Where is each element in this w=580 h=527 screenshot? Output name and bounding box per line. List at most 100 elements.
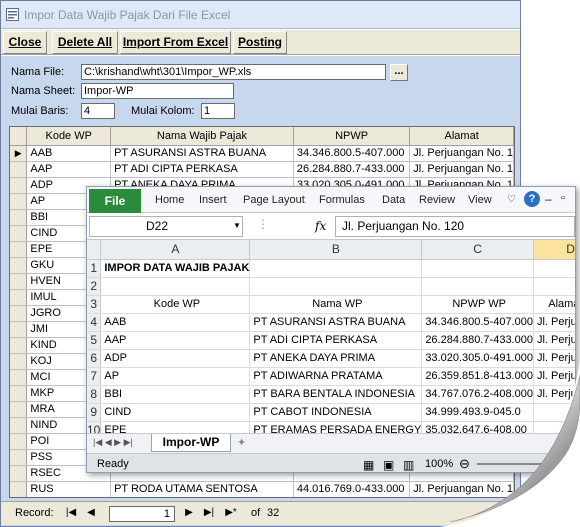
cell-c[interactable]: NPWP WP	[421, 295, 534, 314]
cell-a[interactable]: IMPOR DATA WAJIB PAJAK	[100, 259, 251, 278]
zoom-level[interactable]: 100%	[425, 458, 453, 470]
import-from-excel-button[interactable]: Import From Excel	[120, 31, 231, 54]
record-selector[interactable]	[10, 481, 28, 497]
cell-kode-wp[interactable]: AAP	[26, 161, 112, 178]
cell-d[interactable]: Jl. Perjuangan	[533, 349, 575, 368]
cell-npwp[interactable]: 44.016.769.0-433.000	[293, 481, 411, 497]
heart-icon[interactable]: ♡	[507, 194, 516, 205]
record-selector[interactable]	[10, 241, 28, 258]
tab-review[interactable]: Review	[419, 194, 455, 206]
cell-c[interactable]: 34.999.493.9-045.0	[421, 403, 534, 422]
cell-alamat[interactable]: Jl. Perjuangan No. 1	[409, 145, 514, 162]
cell-b[interactable]	[249, 259, 423, 278]
name-box[interactable]: D22	[89, 216, 243, 237]
cell-c[interactable]	[421, 259, 534, 278]
record-selector[interactable]	[10, 433, 28, 450]
cell-a[interactable]: CIND	[100, 403, 251, 422]
cell-b[interactable]: Nama WP	[249, 295, 423, 314]
datasheet-row[interactable]	[10, 497, 514, 498]
cell-c[interactable]: 26.284.880.7-433.000	[421, 331, 534, 350]
next-record-button[interactable]: ▶	[181, 506, 197, 520]
cell-c[interactable]: 33.020.305.0-491.000	[421, 349, 534, 368]
datasheet-row[interactable]: AAP PT ADI CIPTA PERKASA 26.284.880.7-433.…	[10, 161, 514, 178]
tab-view[interactable]: View	[468, 194, 492, 206]
cell-b[interactable]: PT ASURANSI ASTRA BUANA	[249, 313, 423, 332]
record-selector[interactable]	[10, 177, 28, 194]
record-selector[interactable]	[10, 353, 28, 370]
cell-npwp[interactable]	[293, 497, 409, 498]
cell-nama-wajib-pajak[interactable]: PT ADI CIPTA PERKASA	[110, 161, 294, 178]
cell-kode-wp[interactable]: AAB	[26, 145, 112, 162]
cell-d[interactable]: Jl. Perjuangan	[533, 331, 575, 350]
row-header[interactable]: 5	[87, 331, 102, 350]
cell-a[interactable]: AAB	[100, 313, 251, 332]
record-selector[interactable]	[10, 305, 28, 322]
nama-sheet-field[interactable]: Impor-WP	[81, 83, 234, 99]
record-selector[interactable]	[10, 161, 28, 178]
delete-all-button[interactable]: Delete All	[52, 31, 118, 54]
record-selector[interactable]	[10, 321, 28, 338]
header-kode-wp[interactable]: Kode WP	[26, 127, 112, 146]
row-header[interactable]: 10	[87, 421, 102, 433]
cell-d[interactable]	[533, 403, 575, 422]
tab-page-layout[interactable]: Page Layout	[243, 194, 305, 206]
cell-b[interactable]: PT BARA BENTALA INDONESIA	[249, 385, 423, 404]
nama-file-field[interactable]: C:\krishand\wht\301\Impor_WP.xls	[81, 64, 386, 80]
record-selector[interactable]	[10, 385, 28, 402]
record-selector-header[interactable]	[10, 127, 28, 146]
record-selector[interactable]: ▶	[10, 145, 28, 162]
record-selector[interactable]	[10, 193, 28, 210]
file-tab[interactable]: File	[89, 189, 141, 213]
record-selector[interactable]	[10, 449, 28, 466]
page-layout-view-icon[interactable]: ▣	[383, 458, 394, 472]
tab-formulas[interactable]: Formulas	[319, 194, 365, 206]
mulai-kolom-field[interactable]: 1	[201, 103, 235, 119]
record-selector[interactable]	[10, 289, 28, 306]
normal-view-icon[interactable]: ▦	[363, 458, 374, 472]
sheet-tab-impor-wp[interactable]: Impor-WP	[151, 434, 231, 452]
header-npwp[interactable]: NPWP	[293, 127, 411, 146]
cell-a[interactable]: AP	[100, 367, 251, 386]
record-selector[interactable]	[10, 497, 27, 498]
cell-a[interactable]: BBI	[100, 385, 251, 404]
help-icon[interactable]: ?	[524, 191, 540, 207]
header-nama-wajib-pajak[interactable]: Nama Wajib Pajak	[110, 127, 294, 146]
last-record-button[interactable]: ▶|	[201, 506, 217, 520]
record-selector[interactable]	[10, 257, 28, 274]
zoom-slider[interactable]	[477, 463, 567, 465]
cell-b[interactable]: PT CABOT INDONESIA	[249, 403, 423, 422]
previous-record-button[interactable]: ◀	[83, 506, 99, 520]
cell-alamat[interactable]: Jl. Perjuangan No. 1	[409, 161, 514, 178]
column-header-d[interactable]: D	[533, 240, 575, 260]
cell-alamat[interactable]	[410, 497, 514, 498]
row-header[interactable]: 9	[87, 403, 102, 422]
datasheet-row[interactable]: RUS PT RODA UTAMA SENTOSA 44.016.769.0-433…	[10, 481, 514, 497]
cell-b[interactable]: PT ERAMAS PERSADA ENERGY	[249, 421, 423, 433]
row-header[interactable]: 7	[87, 367, 102, 386]
new-record-button[interactable]: ▶*	[223, 506, 239, 520]
header-alamat[interactable]: Alamat	[409, 127, 514, 146]
cell-d[interactable]	[533, 421, 575, 433]
cell-d[interactable]	[533, 277, 575, 296]
posting-button[interactable]: Posting	[233, 31, 287, 54]
cell-kode-wp[interactable]: RUS	[26, 481, 112, 497]
cell-a[interactable]	[100, 277, 251, 296]
cell-c[interactable]	[421, 277, 534, 296]
fx-icon[interactable]: fx	[315, 219, 326, 233]
cell-b[interactable]: PT ADI CIPTA PERKASA	[249, 331, 423, 350]
cell-d[interactable]: Jl. Perjuangan	[533, 367, 575, 386]
record-selector[interactable]	[10, 465, 28, 482]
column-header-a[interactable]: A	[100, 240, 251, 260]
record-selector[interactable]	[10, 225, 28, 242]
record-selector[interactable]	[10, 273, 28, 290]
current-record-field[interactable]: 1	[109, 506, 175, 522]
close-button[interactable]: Close	[3, 31, 47, 54]
tab-insert[interactable]: Insert	[199, 194, 227, 206]
datasheet-row[interactable]: ▶ AAB PT ASURANSI ASTRA BUANA 34.346.800.5-…	[10, 145, 514, 162]
cell-d[interactable]: Alamat W	[533, 295, 575, 314]
column-header-c[interactable]: C	[421, 240, 534, 260]
mulai-baris-field[interactable]: 4	[81, 103, 115, 119]
tab-home[interactable]: Home	[155, 194, 184, 206]
formula-value[interactable]: Jl. Perjuangan No. 120	[335, 216, 575, 237]
row-header[interactable]: 4	[87, 313, 102, 332]
